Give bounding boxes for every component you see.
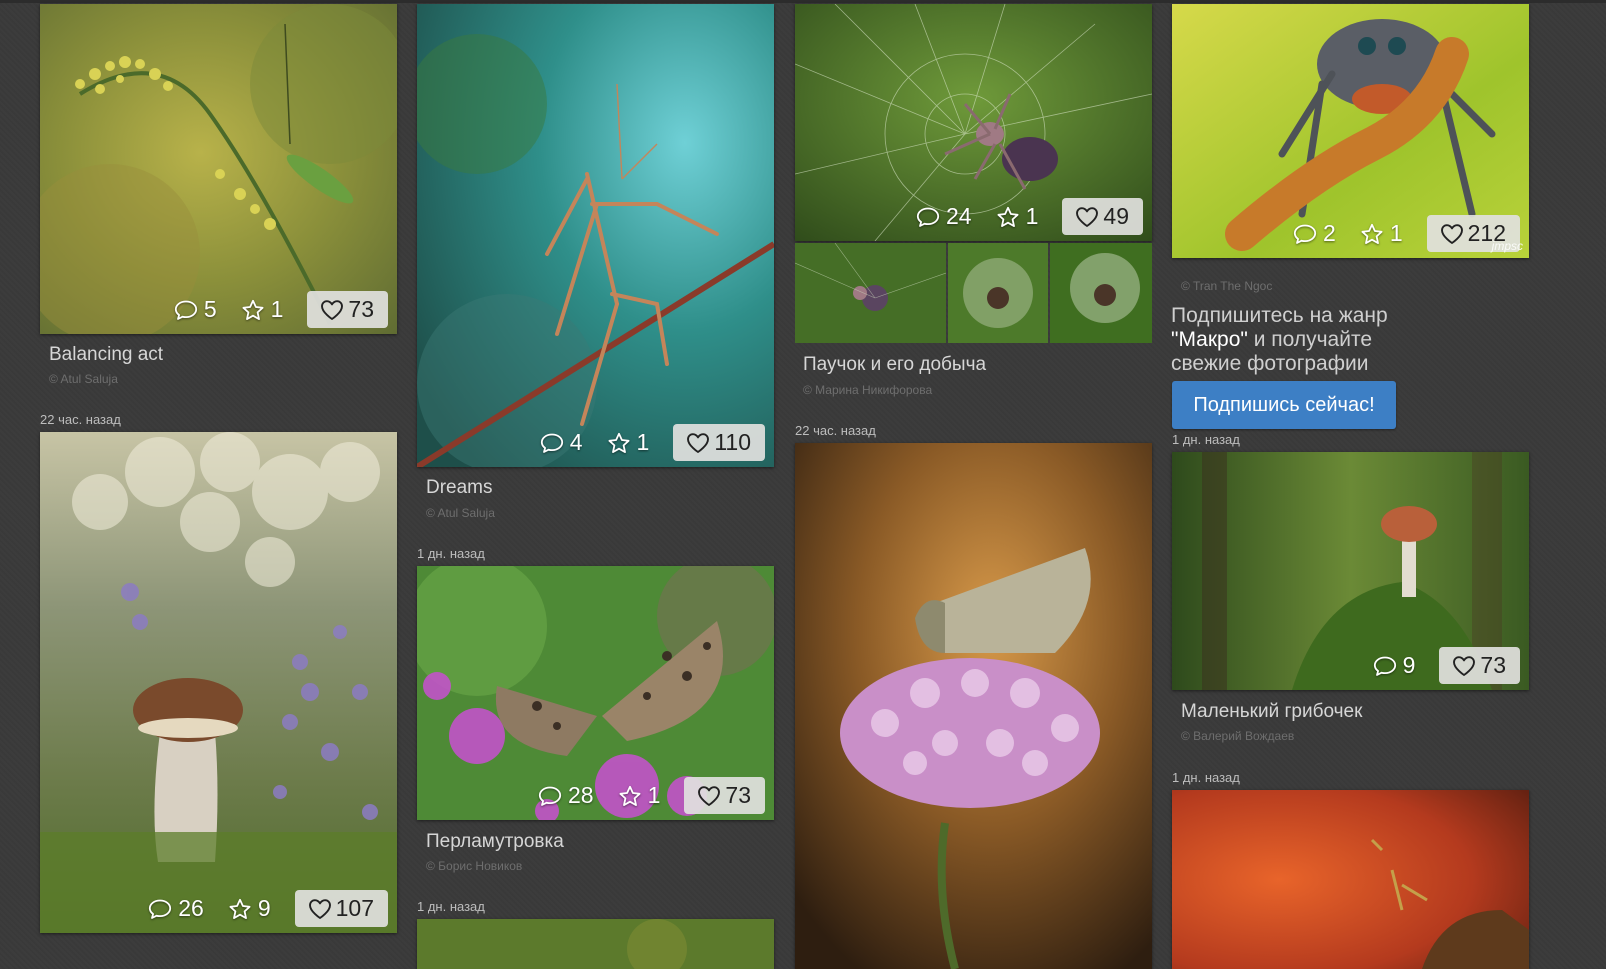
comment-count: 24 xyxy=(946,203,972,229)
like-button[interactable]: 110 xyxy=(673,424,765,461)
photo-card-mushroom[interactable]: 26 9 107 xyxy=(40,432,397,933)
post-time: 22 час. назад xyxy=(40,412,121,427)
comment-icon xyxy=(538,785,562,807)
favorite-count: 1 xyxy=(647,782,661,808)
comment-count: 5 xyxy=(203,296,217,322)
star-icon[interactable] xyxy=(1360,223,1384,245)
heart-icon xyxy=(308,898,332,920)
grasshopper-photo xyxy=(40,4,397,334)
heart-icon xyxy=(697,785,721,807)
like-button[interactable]: 73 xyxy=(307,291,388,328)
post-time: 22 час. назад xyxy=(795,423,876,438)
star-icon[interactable] xyxy=(618,785,642,807)
photo-author[interactable]: © Валерий Вождаев xyxy=(1181,729,1294,743)
heart-icon xyxy=(1075,206,1099,228)
post-time: 1 дн. назад xyxy=(417,899,485,914)
photo-card-balancing-act[interactable]: 5 1 73 xyxy=(40,4,397,334)
genre-name: "Макро" xyxy=(1171,328,1248,351)
photo-title[interactable]: Balancing act xyxy=(49,344,163,366)
photo-author[interactable]: © Борис Новиков xyxy=(426,859,522,873)
comment-count: 2 xyxy=(1323,220,1336,246)
photo-author[interactable]: © Марина Никифорова xyxy=(803,383,932,397)
like-button[interactable]: 73 xyxy=(684,777,765,814)
favorite-count: 1 xyxy=(1389,220,1403,246)
comment-icon xyxy=(1293,223,1317,245)
photo-card-butterfly-flower[interactable] xyxy=(795,443,1152,969)
comment-icon xyxy=(540,432,564,454)
photo-card-next[interactable] xyxy=(417,919,774,969)
like-count: 73 xyxy=(1480,652,1506,678)
post-time: 1 дн. назад xyxy=(417,546,485,561)
photo-watermark: jmpsc xyxy=(1491,239,1523,253)
mantis-photo xyxy=(417,4,774,467)
photo-card-dreams[interactable]: 4 1 110 xyxy=(417,4,774,467)
photo-card-small-mushroom[interactable]: 9 73 xyxy=(1172,452,1529,690)
like-count: 107 xyxy=(335,895,374,921)
comment-count: 28 xyxy=(568,782,594,808)
comment-icon xyxy=(174,299,198,321)
promo-line-1: Подпишитесь на жанр xyxy=(1171,304,1388,327)
photo-card-spider[interactable]: 24 1 49 xyxy=(795,4,1152,241)
like-button[interactable]: 107 xyxy=(294,890,388,927)
heart-icon xyxy=(1440,223,1464,245)
photo-title[interactable]: Маленький грибочек xyxy=(1181,701,1362,723)
heart-icon xyxy=(686,432,710,454)
photo-title[interactable]: Паучок и его добыча xyxy=(803,354,986,376)
thumbnail-image xyxy=(795,243,946,343)
mushroom-photo xyxy=(40,432,397,933)
like-button[interactable]: 49 xyxy=(1062,198,1143,235)
post-time: 1 дн. назад xyxy=(1172,770,1240,785)
favorite-count: 1 xyxy=(270,296,284,322)
promo-line-2: и получайте xyxy=(1247,328,1373,351)
subscribe-promo-text: Подпишитесь на жанр "Макро" и получайте … xyxy=(1171,304,1431,376)
star-icon[interactable] xyxy=(241,299,265,321)
like-button[interactable]: 73 xyxy=(1439,647,1520,684)
series-thumbnail-3[interactable] xyxy=(1050,243,1152,343)
thumbnail-image xyxy=(948,243,1048,343)
subscribe-button[interactable]: Подпишись сейчас! xyxy=(1172,381,1396,429)
favorite-count: 9 xyxy=(257,895,271,921)
thumbnail-image xyxy=(1050,243,1152,343)
promo-line-3: свежие фотографии xyxy=(1171,352,1369,375)
photo-title[interactable]: Перламутровка xyxy=(426,831,564,853)
comment-icon xyxy=(916,206,940,228)
star-icon[interactable] xyxy=(607,432,631,454)
star-icon[interactable] xyxy=(228,898,252,920)
photo-card-butterfly[interactable]: 28 1 73 xyxy=(417,566,774,820)
photo-card-mantis-orange[interactable] xyxy=(1172,790,1529,969)
post-time: 1 дн. назад xyxy=(1172,432,1240,447)
like-count: 73 xyxy=(725,782,751,808)
photo-author[interactable]: © Tran The Ngoc xyxy=(1181,279,1272,293)
comment-icon xyxy=(1373,655,1397,677)
top-border xyxy=(0,0,1606,3)
heart-icon xyxy=(1452,655,1476,677)
like-count: 49 xyxy=(1103,203,1129,229)
favorite-count: 1 xyxy=(636,429,650,455)
series-thumbnail-2[interactable] xyxy=(948,243,1048,343)
partial-photo xyxy=(417,919,774,969)
photo-card-jumping-spider[interactable]: 2 1 212 jmpsc xyxy=(1172,4,1529,258)
heart-icon xyxy=(320,299,344,321)
star-icon[interactable] xyxy=(996,206,1020,228)
favorite-count: 1 xyxy=(1025,203,1039,229)
comment-count: 26 xyxy=(178,895,204,921)
photo-author[interactable]: © Atul Saluja xyxy=(426,506,495,520)
comment-icon xyxy=(148,898,172,920)
mantis-orange-photo xyxy=(1172,790,1529,969)
photo-author[interactable]: © Atul Saluja xyxy=(49,372,118,386)
comment-count: 9 xyxy=(1402,652,1416,678)
photo-title[interactable]: Dreams xyxy=(426,477,493,499)
series-thumbnail-1[interactable] xyxy=(795,243,946,343)
comment-count: 4 xyxy=(569,429,583,455)
butterfly-on-flower-photo xyxy=(795,443,1152,969)
like-count: 110 xyxy=(714,429,751,455)
like-count: 73 xyxy=(348,296,374,322)
